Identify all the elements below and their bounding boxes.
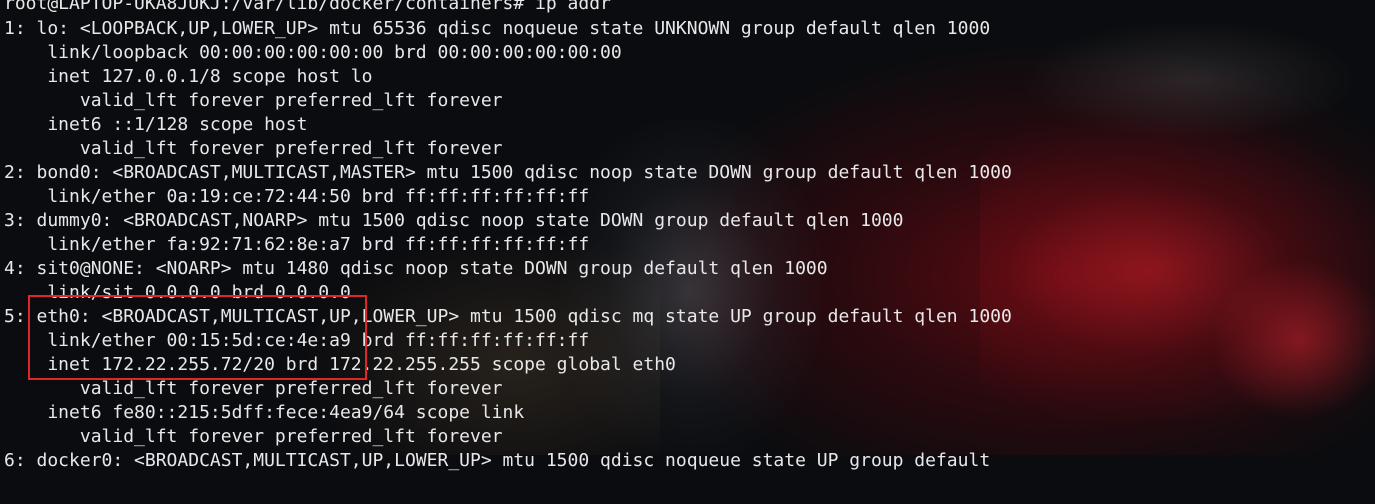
- terminal-output[interactable]: root@LAPTOP-UKA8JUKJ:/var/lib/docker/con…: [0, 0, 1375, 471]
- interface-bond0-link: link/ether 0a:19:ce:72:44:50 brd ff:ff:f…: [4, 186, 590, 207]
- interface-dummy0-link: link/ether fa:92:71:62:8e:a7 brd ff:ff:f…: [4, 234, 590, 255]
- interface-docker0-header: 6: docker0: <BROADCAST,MULTICAST,UP,LOWE…: [4, 450, 991, 471]
- interface-lo-inet: inet 127.0.0.1/8 scope host lo: [4, 66, 373, 87]
- interface-eth0-inet-lifetime: valid_lft forever preferred_lft forever: [4, 378, 503, 399]
- interface-lo-link: link/loopback 00:00:00:00:00:00 brd 00:0…: [4, 42, 622, 63]
- interface-lo-inet-lifetime: valid_lft forever preferred_lft forever: [4, 90, 503, 111]
- interface-eth0-inet6-lifetime: valid_lft forever preferred_lft forever: [4, 426, 503, 447]
- command-prompt-line: root@LAPTOP-UKA8JUKJ:/var/lib/docker/con…: [4, 0, 611, 14]
- interface-dummy0-header: 3: dummy0: <BROADCAST,NOARP> mtu 1500 qd…: [4, 210, 904, 231]
- interface-bond0-header: 2: bond0: <BROADCAST,MULTICAST,MASTER> m…: [4, 162, 1012, 183]
- interface-lo-inet6-lifetime: valid_lft forever preferred_lft forever: [4, 138, 503, 159]
- interface-eth0-inet6: inet6 fe80::215:5dff:fece:4ea9/64 scope …: [4, 402, 525, 423]
- interface-sit0-header: 4: sit0@NONE: <NOARP> mtu 1480 qdisc noo…: [4, 258, 828, 279]
- eth0-highlight-box: [28, 295, 367, 380]
- interface-lo-header: 1: lo: <LOOPBACK,UP,LOWER_UP> mtu 65536 …: [4, 18, 991, 39]
- interface-lo-inet6: inet6 ::1/128 scope host: [4, 114, 308, 135]
